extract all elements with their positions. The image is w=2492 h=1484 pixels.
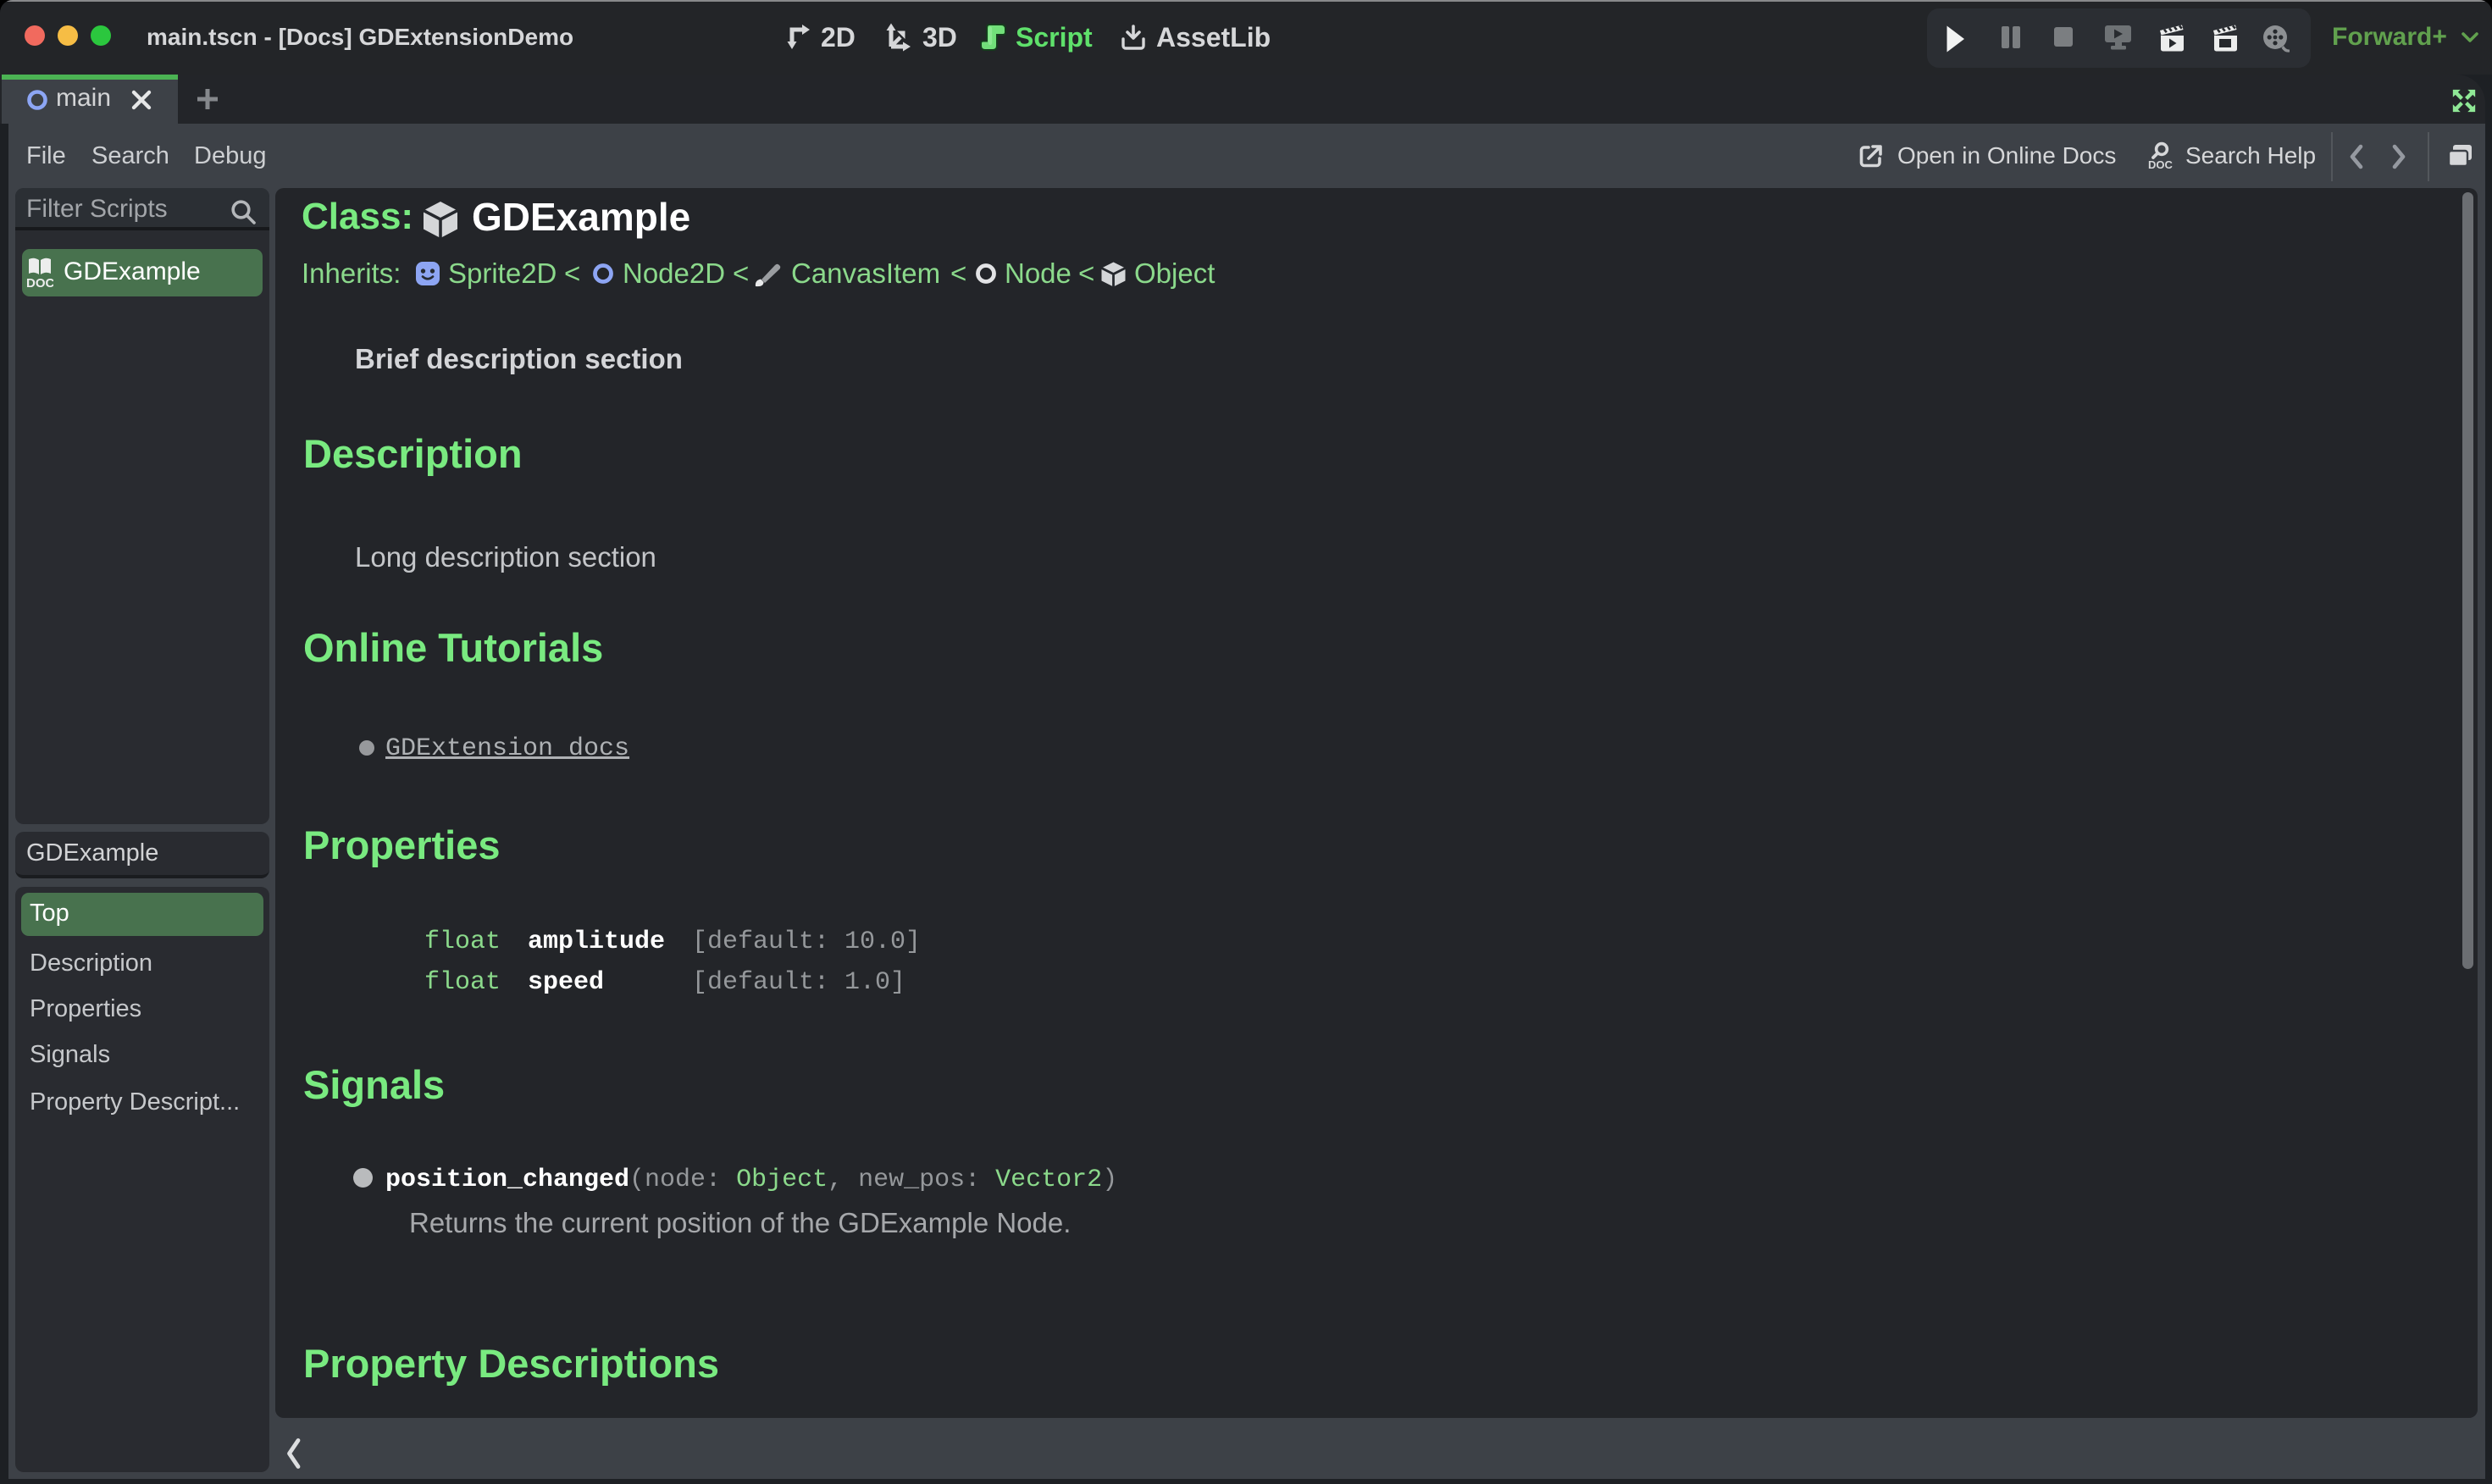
svg-text:DOC: DOC xyxy=(26,276,53,289)
svg-text:DOC: DOC xyxy=(2148,158,2174,171)
